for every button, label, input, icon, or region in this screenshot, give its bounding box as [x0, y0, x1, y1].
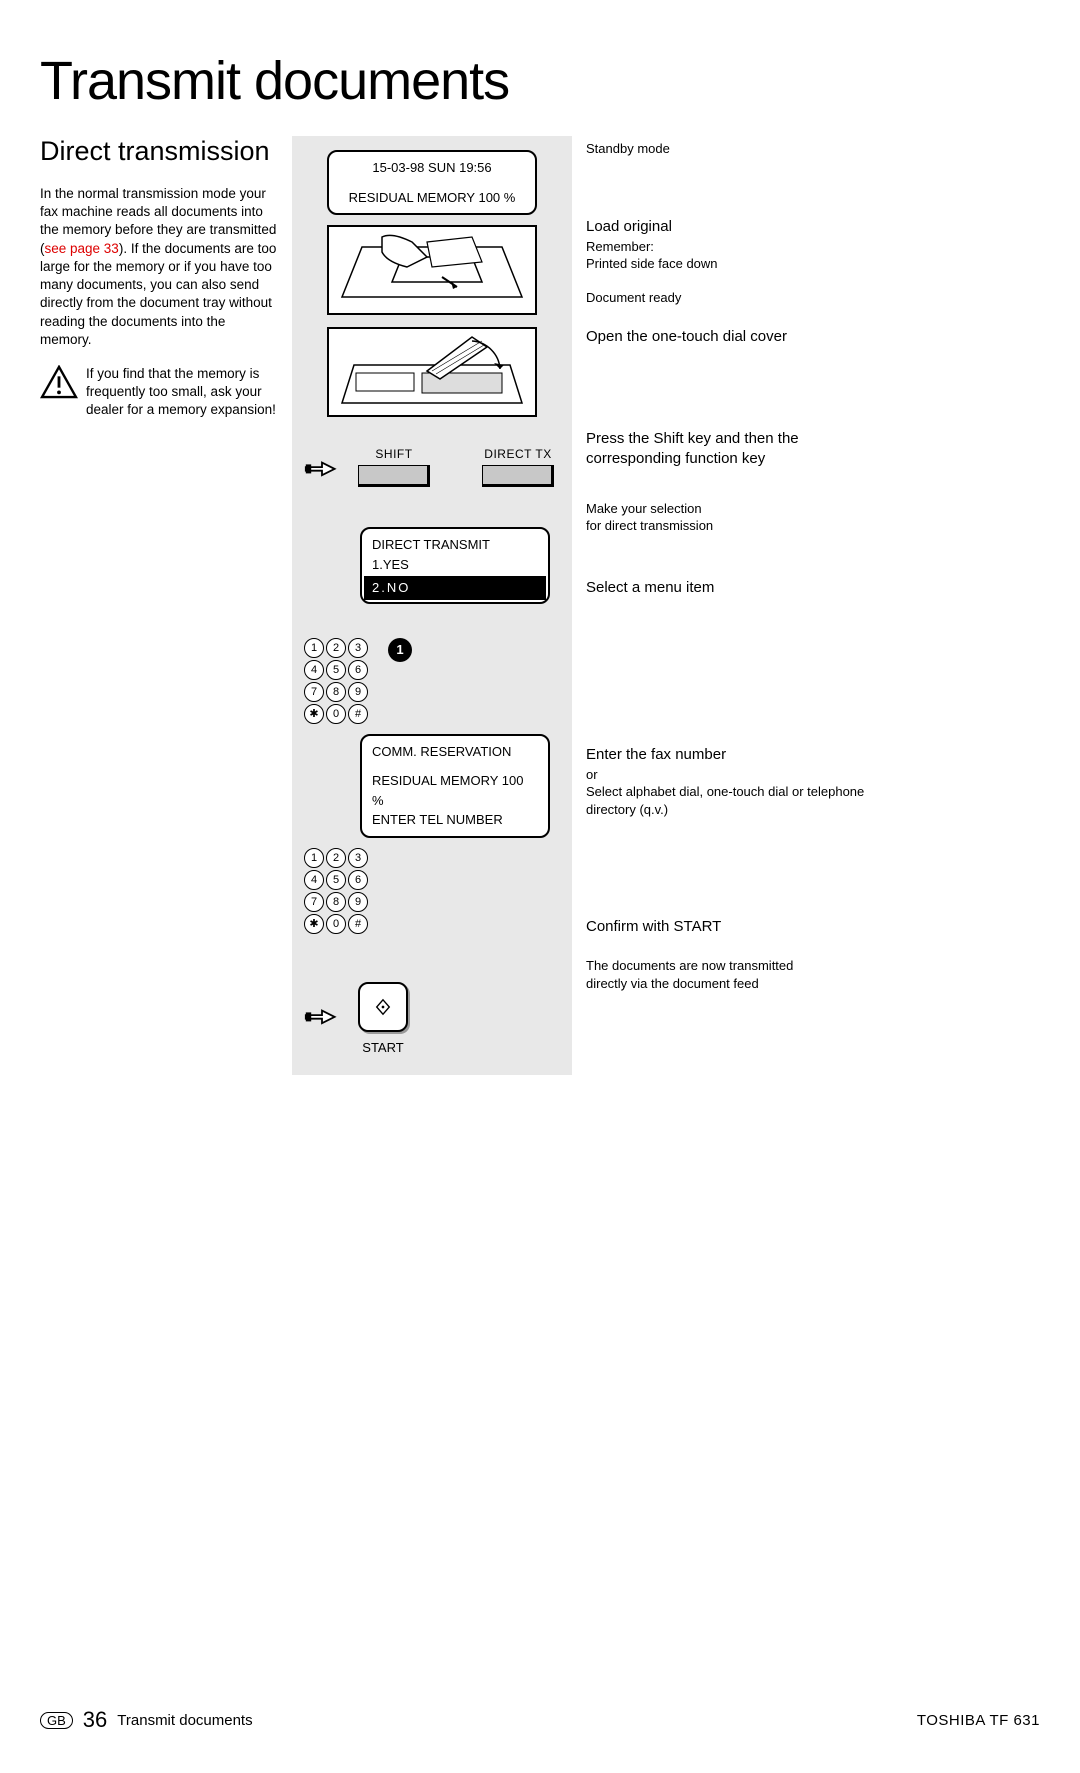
- lcd-standby: 15-03-98 SUN 19:56 RESIDUAL MEMORY 100 %: [327, 150, 537, 215]
- keypad-key-3[interactable]: 3: [348, 848, 368, 868]
- numeric-keypad-1[interactable]: 123 456 789 ✱0#: [304, 638, 368, 724]
- enter-fax-head: Enter the fax number: [586, 746, 882, 763]
- right-column: Standby mode Load original Remember: Pri…: [572, 136, 882, 1075]
- language-badge: GB: [40, 1712, 73, 1729]
- directtx-key[interactable]: [482, 465, 554, 487]
- open-cover-head: Open the one-touch dial cover: [586, 328, 882, 345]
- keypad-key-6[interactable]: 6: [348, 660, 368, 680]
- confirm-start-head: Confirm with START: [586, 918, 882, 935]
- lcd2-line3-highlight: 2.NO: [364, 576, 546, 600]
- load-original-head: Load original: [586, 218, 882, 235]
- final-text-1: The documents are now transmitted: [586, 957, 882, 975]
- final-text-2: directly via the document feed: [586, 975, 882, 993]
- press-shift-head: Press the Shift key and then the corresp…: [586, 429, 882, 470]
- load-original-sub2: Printed side face down: [586, 255, 882, 273]
- keypad-key-4[interactable]: 4: [304, 660, 324, 680]
- middle-column: 15-03-98 SUN 19:56 RESIDUAL MEMORY 100 %: [292, 136, 572, 1075]
- footer-chapter: Transmit documents: [117, 1712, 252, 1729]
- lcd-comm-reservation: COMM. RESERVATION RESIDUAL MEMORY 100 % …: [360, 734, 550, 838]
- lcd3-line3: ENTER TEL NUMBER: [372, 810, 538, 830]
- select-1-button[interactable]: 1: [388, 638, 412, 662]
- numeric-keypad-2[interactable]: 123 456 789 ✱0#: [304, 848, 368, 934]
- select-menu-head: Select a menu item: [586, 579, 882, 596]
- keypad-key-7[interactable]: 7: [304, 892, 324, 912]
- keypad-key-#[interactable]: #: [348, 914, 368, 934]
- warning-box: If you find that the memory is frequentl…: [40, 365, 280, 420]
- intro-text-2: ). If the documents are too large for th…: [40, 241, 276, 347]
- lcd2-line1: DIRECT TRANSMIT: [372, 535, 538, 555]
- make-selection-2: for direct transmission: [586, 517, 882, 535]
- lcd-standby-line2: RESIDUAL MEMORY 100 %: [339, 188, 525, 208]
- page-reference-link[interactable]: see page 33: [45, 241, 119, 256]
- keypad-key-8[interactable]: 8: [326, 682, 346, 702]
- enter-fax-sub: Select alphabet dial, one-touch dial or …: [586, 783, 882, 818]
- section-subtitle: Direct transmission: [40, 136, 280, 167]
- keypad-key-6[interactable]: 6: [348, 870, 368, 890]
- lcd-direct-transmit: DIRECT TRANSMIT 1.YES 2.NO: [360, 527, 550, 604]
- pointing-hand-icon: [304, 454, 340, 487]
- keypad-key-✱[interactable]: ✱: [304, 704, 324, 724]
- keypad-key-5[interactable]: 5: [326, 870, 346, 890]
- enter-fax-or: or: [586, 766, 882, 784]
- keypad-key-0[interactable]: 0: [326, 914, 346, 934]
- make-selection-1: Make your selection: [586, 500, 882, 518]
- document-ready-text: Document ready: [586, 289, 882, 307]
- page-number: 36: [83, 1707, 107, 1733]
- intro-paragraph: In the normal transmission mode your fax…: [40, 185, 280, 349]
- keypad-key-2[interactable]: 2: [326, 848, 346, 868]
- keypad-key-4[interactable]: 4: [304, 870, 324, 890]
- footer-brand: TOSHIBA TF 631: [917, 1712, 1040, 1729]
- start-button[interactable]: [358, 982, 408, 1032]
- lcd3-line2: RESIDUAL MEMORY 100 %: [372, 771, 538, 810]
- keypad-key-2[interactable]: 2: [326, 638, 346, 658]
- standby-text: Standby mode: [586, 140, 882, 158]
- page-footer: GB 36 Transmit documents TOSHIBA TF 631: [40, 1707, 1040, 1733]
- lcd3-line1: COMM. RESERVATION: [372, 742, 538, 762]
- keypad-key-5[interactable]: 5: [326, 660, 346, 680]
- pointing-hand-icon: [304, 1002, 340, 1035]
- lcd-standby-line1: 15-03-98 SUN 19:56: [339, 158, 525, 178]
- illustration-open-cover: [327, 327, 537, 417]
- keypad-key-1[interactable]: 1: [304, 638, 324, 658]
- load-original-sub1: Remember:: [586, 238, 882, 256]
- keypad-key-7[interactable]: 7: [304, 682, 324, 702]
- page-title: Transmit documents: [40, 50, 1040, 112]
- illustration-load-original: [327, 225, 537, 315]
- keypad-key-9[interactable]: 9: [348, 892, 368, 912]
- keypad-key-#[interactable]: #: [348, 704, 368, 724]
- directtx-key-label: DIRECT TX: [476, 447, 560, 461]
- keypad-key-9[interactable]: 9: [348, 682, 368, 702]
- warning-icon: [40, 365, 78, 404]
- keypad-key-✱[interactable]: ✱: [304, 914, 324, 934]
- keypad-key-0[interactable]: 0: [326, 704, 346, 724]
- left-column: Direct transmission In the normal transm…: [40, 136, 292, 1075]
- shift-key-label: SHIFT: [352, 447, 436, 461]
- start-button-label: START: [358, 1040, 408, 1055]
- keypad-key-3[interactable]: 3: [348, 638, 368, 658]
- warning-text: If you find that the memory is frequentl…: [86, 365, 280, 420]
- keypad-key-1[interactable]: 1: [304, 848, 324, 868]
- lcd2-line2: 1.YES: [372, 555, 538, 575]
- keypad-key-8[interactable]: 8: [326, 892, 346, 912]
- shift-key[interactable]: [358, 465, 430, 487]
